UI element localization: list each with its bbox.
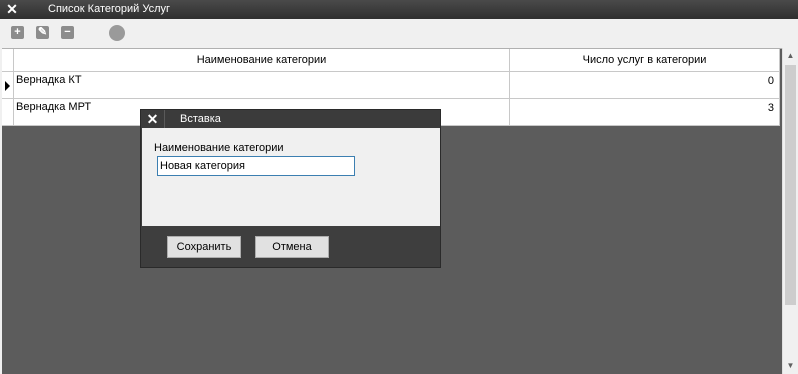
insert-dialog: ✕ Вставка Наименование категории Сохрани… — [140, 109, 441, 268]
vertical-scrollbar[interactable]: ▲ ▼ — [782, 48, 798, 374]
column-header-name[interactable]: Наименование категории — [14, 49, 510, 72]
scroll-up-icon[interactable]: ▲ — [783, 48, 798, 64]
table-cell-count[interactable]: 3 — [510, 99, 780, 126]
save-button[interactable]: Сохранить — [167, 236, 241, 258]
delete-button[interactable]: − — [61, 26, 74, 39]
scroll-thumb[interactable] — [785, 65, 796, 305]
dialog-body: Наименование категории — [142, 128, 440, 226]
column-header-count[interactable]: Число услуг в категории — [510, 49, 780, 72]
close-icon[interactable]: ✕ — [0, 0, 24, 19]
window-titlebar: ✕ Список Категорий Услуг — [0, 0, 798, 19]
window-title: Список Категорий Услуг — [48, 3, 171, 15]
dialog-title: Вставка — [180, 113, 221, 125]
refresh-button[interactable] — [109, 25, 125, 41]
add-button[interactable]: + — [11, 26, 24, 39]
close-icon[interactable]: ✕ — [141, 110, 165, 128]
edit-button[interactable]: ✎ — [36, 26, 49, 39]
row-indicator[interactable] — [2, 99, 14, 126]
table-cell-name[interactable]: Вернадка КТ — [14, 72, 510, 99]
current-row-arrow-icon — [5, 81, 10, 91]
row-indicator[interactable] — [2, 72, 14, 99]
dialog-titlebar: ✕ Вставка — [141, 110, 440, 128]
header-corner — [2, 49, 14, 72]
category-name-input[interactable] — [157, 156, 355, 176]
category-name-label: Наименование категории — [154, 142, 284, 154]
toolbar: + ✎ − — [0, 19, 798, 46]
scroll-down-icon[interactable]: ▼ — [783, 358, 798, 374]
table-cell-count[interactable]: 0 — [510, 72, 780, 99]
cancel-button[interactable]: Отмена — [255, 236, 329, 258]
dialog-footer: Сохранить Отмена — [141, 226, 440, 267]
